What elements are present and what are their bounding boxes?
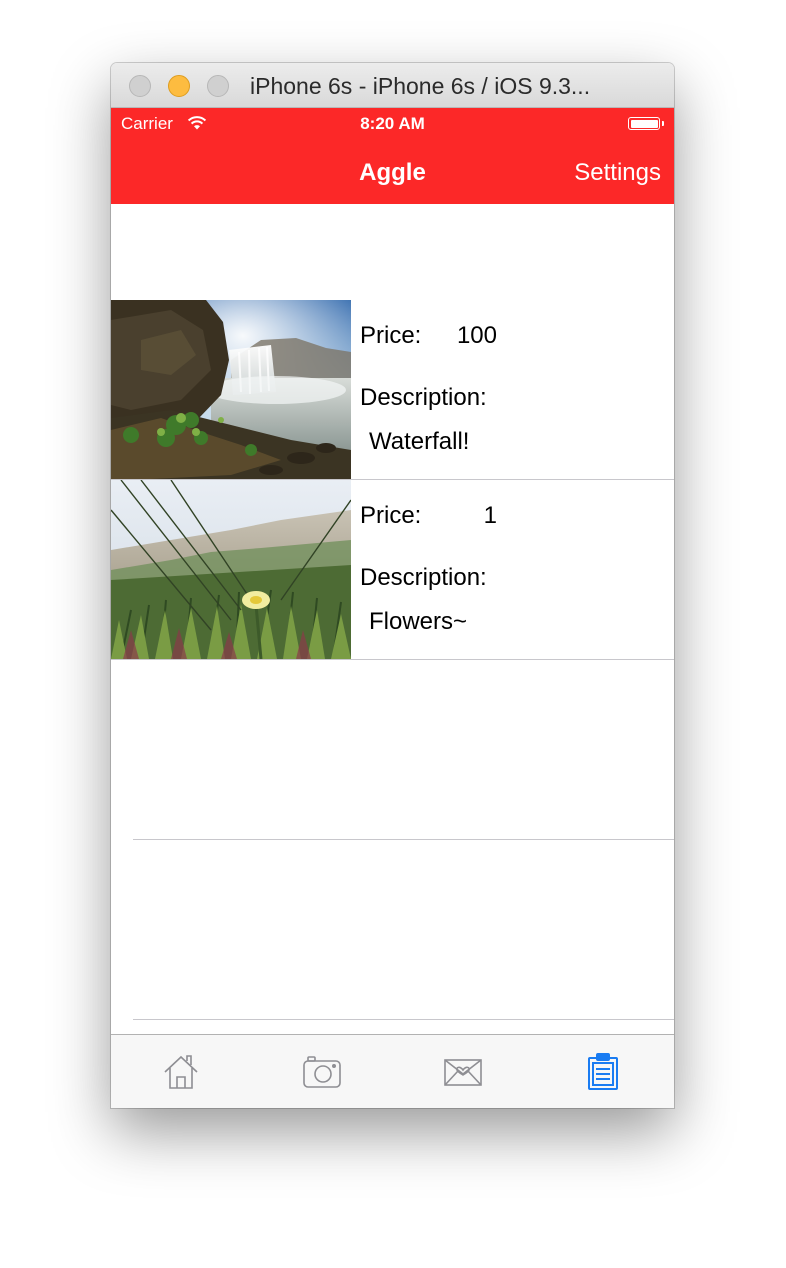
price-label: Price:: [360, 322, 422, 349]
description-label: Description:: [360, 564, 487, 591]
description-text: Waterfall!: [369, 428, 470, 455]
price-label: Price:: [360, 502, 422, 529]
settings-button[interactable]: Settings: [574, 159, 661, 187]
table-row[interactable]: Price: 1 Description: Flowers~: [111, 480, 674, 660]
table-row[interactable]: Price: 100 Description: Waterfall!: [111, 300, 674, 480]
tab-camera[interactable]: [252, 1035, 392, 1108]
description-label: Description:: [360, 384, 487, 411]
price-value: 100: [456, 322, 497, 349]
close-window-button[interactable]: [129, 75, 151, 97]
battery-icon: [628, 117, 664, 130]
navigation-bar: Carrier 8:20 AM Aggle Settings: [111, 108, 674, 204]
status-time: 8:20 AM: [360, 114, 425, 133]
simulator-window: iPhone 6s - iPhone 6s / iOS 9.3... Carri…: [111, 63, 674, 1108]
tab-home[interactable]: [111, 1035, 251, 1108]
zoom-window-button[interactable]: [207, 75, 229, 97]
window-title: iPhone 6s - iPhone 6s / iOS 9.3...: [250, 73, 591, 99]
flowers-photo: [111, 480, 351, 659]
empty-row-separator: [133, 1019, 674, 1020]
tab-bar: [111, 1034, 674, 1108]
empty-row-separator: [133, 839, 674, 840]
clipboard-icon: [588, 1052, 618, 1090]
tab-messages[interactable]: [393, 1035, 533, 1108]
waterfall-photo: [111, 300, 351, 479]
window-titlebar[interactable]: iPhone 6s - iPhone 6s / iOS 9.3...: [111, 63, 674, 108]
home-icon: [164, 1054, 198, 1089]
price-value: 1: [483, 502, 497, 529]
description-text: Flowers~: [369, 608, 468, 635]
camera-icon: [303, 1055, 341, 1088]
tab-clipboard[interactable]: [533, 1035, 673, 1108]
device-screen: Carrier 8:20 AM Aggle Settings Price: 10…: [111, 108, 674, 1108]
mail-heart-icon: [444, 1058, 482, 1086]
minimize-window-button[interactable]: [168, 75, 190, 97]
